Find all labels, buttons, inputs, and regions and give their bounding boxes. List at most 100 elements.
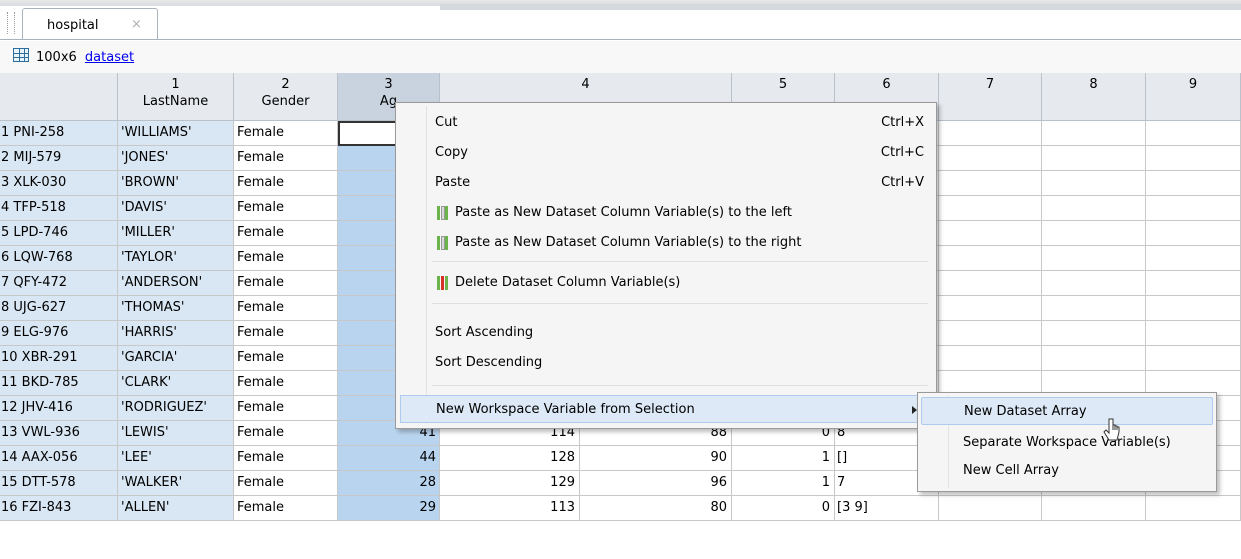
menu-item-paste-left[interactable]: Paste as New Dataset Column Variable(s) …: [400, 199, 932, 227]
cell-lastname[interactable]: 'BROWN': [118, 171, 234, 196]
cell-lastname[interactable]: 'TAYLOR': [118, 246, 234, 271]
cell-gender[interactable]: Female: [234, 246, 338, 271]
cell-empty[interactable]: [1146, 221, 1241, 246]
cell-lastname[interactable]: 'JONES': [118, 146, 234, 171]
row-header[interactable]: 15 DTT-578: [0, 471, 118, 496]
cell-empty[interactable]: [1042, 246, 1146, 271]
cell-gender[interactable]: Female: [234, 146, 338, 171]
tab-hospital[interactable]: hospital ×: [22, 8, 158, 40]
menu-item-new-cell-array[interactable]: New Cell Array: [921, 457, 1213, 485]
row-header[interactable]: 9 ELG-976: [0, 321, 118, 346]
row-header[interactable]: 10 XBR-291: [0, 346, 118, 371]
cell-value[interactable]: 128: [440, 446, 580, 471]
cell-empty[interactable]: [1146, 146, 1241, 171]
cell-empty[interactable]: [939, 221, 1042, 246]
row-header[interactable]: 6 LQW-768: [0, 246, 118, 271]
cell-empty[interactable]: [939, 196, 1042, 221]
cell-age[interactable]: 29: [338, 496, 440, 521]
cell-empty[interactable]: [1146, 246, 1241, 271]
cell-gender[interactable]: Female: [234, 421, 338, 446]
row-header[interactable]: 3 XLK-030: [0, 171, 118, 196]
cell-lastname[interactable]: 'WILLIAMS': [118, 121, 234, 146]
cell-empty[interactable]: [1146, 346, 1241, 371]
cell-empty[interactable]: [939, 246, 1042, 271]
cell-lastname[interactable]: 'LEE': [118, 446, 234, 471]
cell-empty[interactable]: [939, 321, 1042, 346]
cell-value[interactable]: 90: [580, 446, 732, 471]
drag-grip-icon[interactable]: [7, 12, 15, 34]
cell-value[interactable]: 129: [440, 471, 580, 496]
cell-value[interactable]: 1: [732, 471, 835, 496]
cell-lastname[interactable]: 'CLARK': [118, 371, 234, 396]
menu-item-cut[interactable]: Cut Ctrl+X: [400, 109, 932, 137]
cell-lastname[interactable]: 'HARRIS': [118, 321, 234, 346]
cell-lastname[interactable]: 'LEWIS': [118, 421, 234, 446]
row-header[interactable]: 4 TFP-518: [0, 196, 118, 221]
cell-empty[interactable]: [1042, 121, 1146, 146]
menu-item-separate-workspace-variables[interactable]: Separate Workspace Variable(s): [921, 429, 1213, 457]
cell-lastname[interactable]: 'ANDERSON': [118, 271, 234, 296]
cell-empty[interactable]: [1146, 296, 1241, 321]
column-header[interactable]: 9: [1146, 73, 1241, 121]
cell-gender[interactable]: Female: [234, 446, 338, 471]
cell-empty[interactable]: [939, 296, 1042, 321]
cell-gender[interactable]: Female: [234, 121, 338, 146]
cell-empty[interactable]: [939, 121, 1042, 146]
row-header[interactable]: 2 MIJ-579: [0, 146, 118, 171]
menu-item-sort-descending[interactable]: Sort Descending: [400, 349, 932, 377]
cell-empty[interactable]: [1042, 321, 1146, 346]
cell-gender[interactable]: Female: [234, 346, 338, 371]
cell-empty[interactable]: [1042, 271, 1146, 296]
cell-empty[interactable]: [939, 171, 1042, 196]
close-icon[interactable]: ×: [131, 17, 142, 32]
cell-gender[interactable]: Female: [234, 321, 338, 346]
cell-gender[interactable]: Female: [234, 396, 338, 421]
cell-gender[interactable]: Female: [234, 296, 338, 321]
cell-empty[interactable]: [939, 146, 1042, 171]
row-header[interactable]: 5 LPD-746: [0, 221, 118, 246]
column-header[interactable]: 7: [939, 73, 1042, 121]
cell-gender[interactable]: Female: [234, 371, 338, 396]
cell-gender[interactable]: Female: [234, 271, 338, 296]
menu-item-delete-column[interactable]: Delete Dataset Column Variable(s): [400, 269, 932, 297]
column-header[interactable]: 1 LastName: [118, 73, 234, 121]
row-header[interactable]: 16 FZI-843: [0, 496, 118, 521]
menu-item-paste[interactable]: Paste Ctrl+V: [400, 169, 932, 197]
cell-empty[interactable]: [1042, 196, 1146, 221]
cell-value[interactable]: 1: [732, 446, 835, 471]
cell-age[interactable]: 44: [338, 446, 440, 471]
cell-gender[interactable]: Female: [234, 496, 338, 521]
cell-value[interactable]: 113: [440, 496, 580, 521]
menu-item-paste-right[interactable]: Paste as New Dataset Column Variable(s) …: [400, 229, 932, 257]
row-header[interactable]: 12 JHV-416: [0, 396, 118, 421]
dataset-link[interactable]: dataset: [85, 50, 134, 65]
cell-empty[interactable]: [939, 271, 1042, 296]
cell-empty[interactable]: [1146, 196, 1241, 221]
cell-empty[interactable]: [1146, 171, 1241, 196]
cell-lastname[interactable]: 'RODRIGUEZ': [118, 396, 234, 421]
cell-lastname[interactable]: 'DAVIS': [118, 196, 234, 221]
cell-empty[interactable]: [1042, 296, 1146, 321]
cell-empty[interactable]: [1042, 171, 1146, 196]
menu-item-new-workspace-variable[interactable]: New Workspace Variable from Selection: [400, 395, 932, 423]
cell-empty[interactable]: [939, 496, 1042, 521]
cell-value[interactable]: 80: [580, 496, 732, 521]
row-header[interactable]: 11 BKD-785: [0, 371, 118, 396]
cell-lastname[interactable]: 'THOMAS': [118, 296, 234, 321]
cell-empty[interactable]: [1146, 121, 1241, 146]
cell-gender[interactable]: Female: [234, 471, 338, 496]
cell-gender[interactable]: Female: [234, 196, 338, 221]
cell-empty[interactable]: [1042, 496, 1146, 521]
cell-empty[interactable]: [1146, 321, 1241, 346]
cell-empty[interactable]: [1042, 346, 1146, 371]
cell-lastname[interactable]: 'ALLEN': [118, 496, 234, 521]
row-header[interactable]: 14 AAX-056: [0, 446, 118, 471]
cell-value[interactable]: [3 9]: [835, 496, 939, 521]
row-header[interactable]: 13 VWL-936: [0, 421, 118, 446]
row-header[interactable]: 7 QFY-472: [0, 271, 118, 296]
cell-lastname[interactable]: 'GARCIA': [118, 346, 234, 371]
menu-item-copy[interactable]: Copy Ctrl+C: [400, 139, 932, 167]
cell-gender[interactable]: Female: [234, 171, 338, 196]
column-header[interactable]: 8: [1042, 73, 1146, 121]
cell-gender[interactable]: Female: [234, 221, 338, 246]
